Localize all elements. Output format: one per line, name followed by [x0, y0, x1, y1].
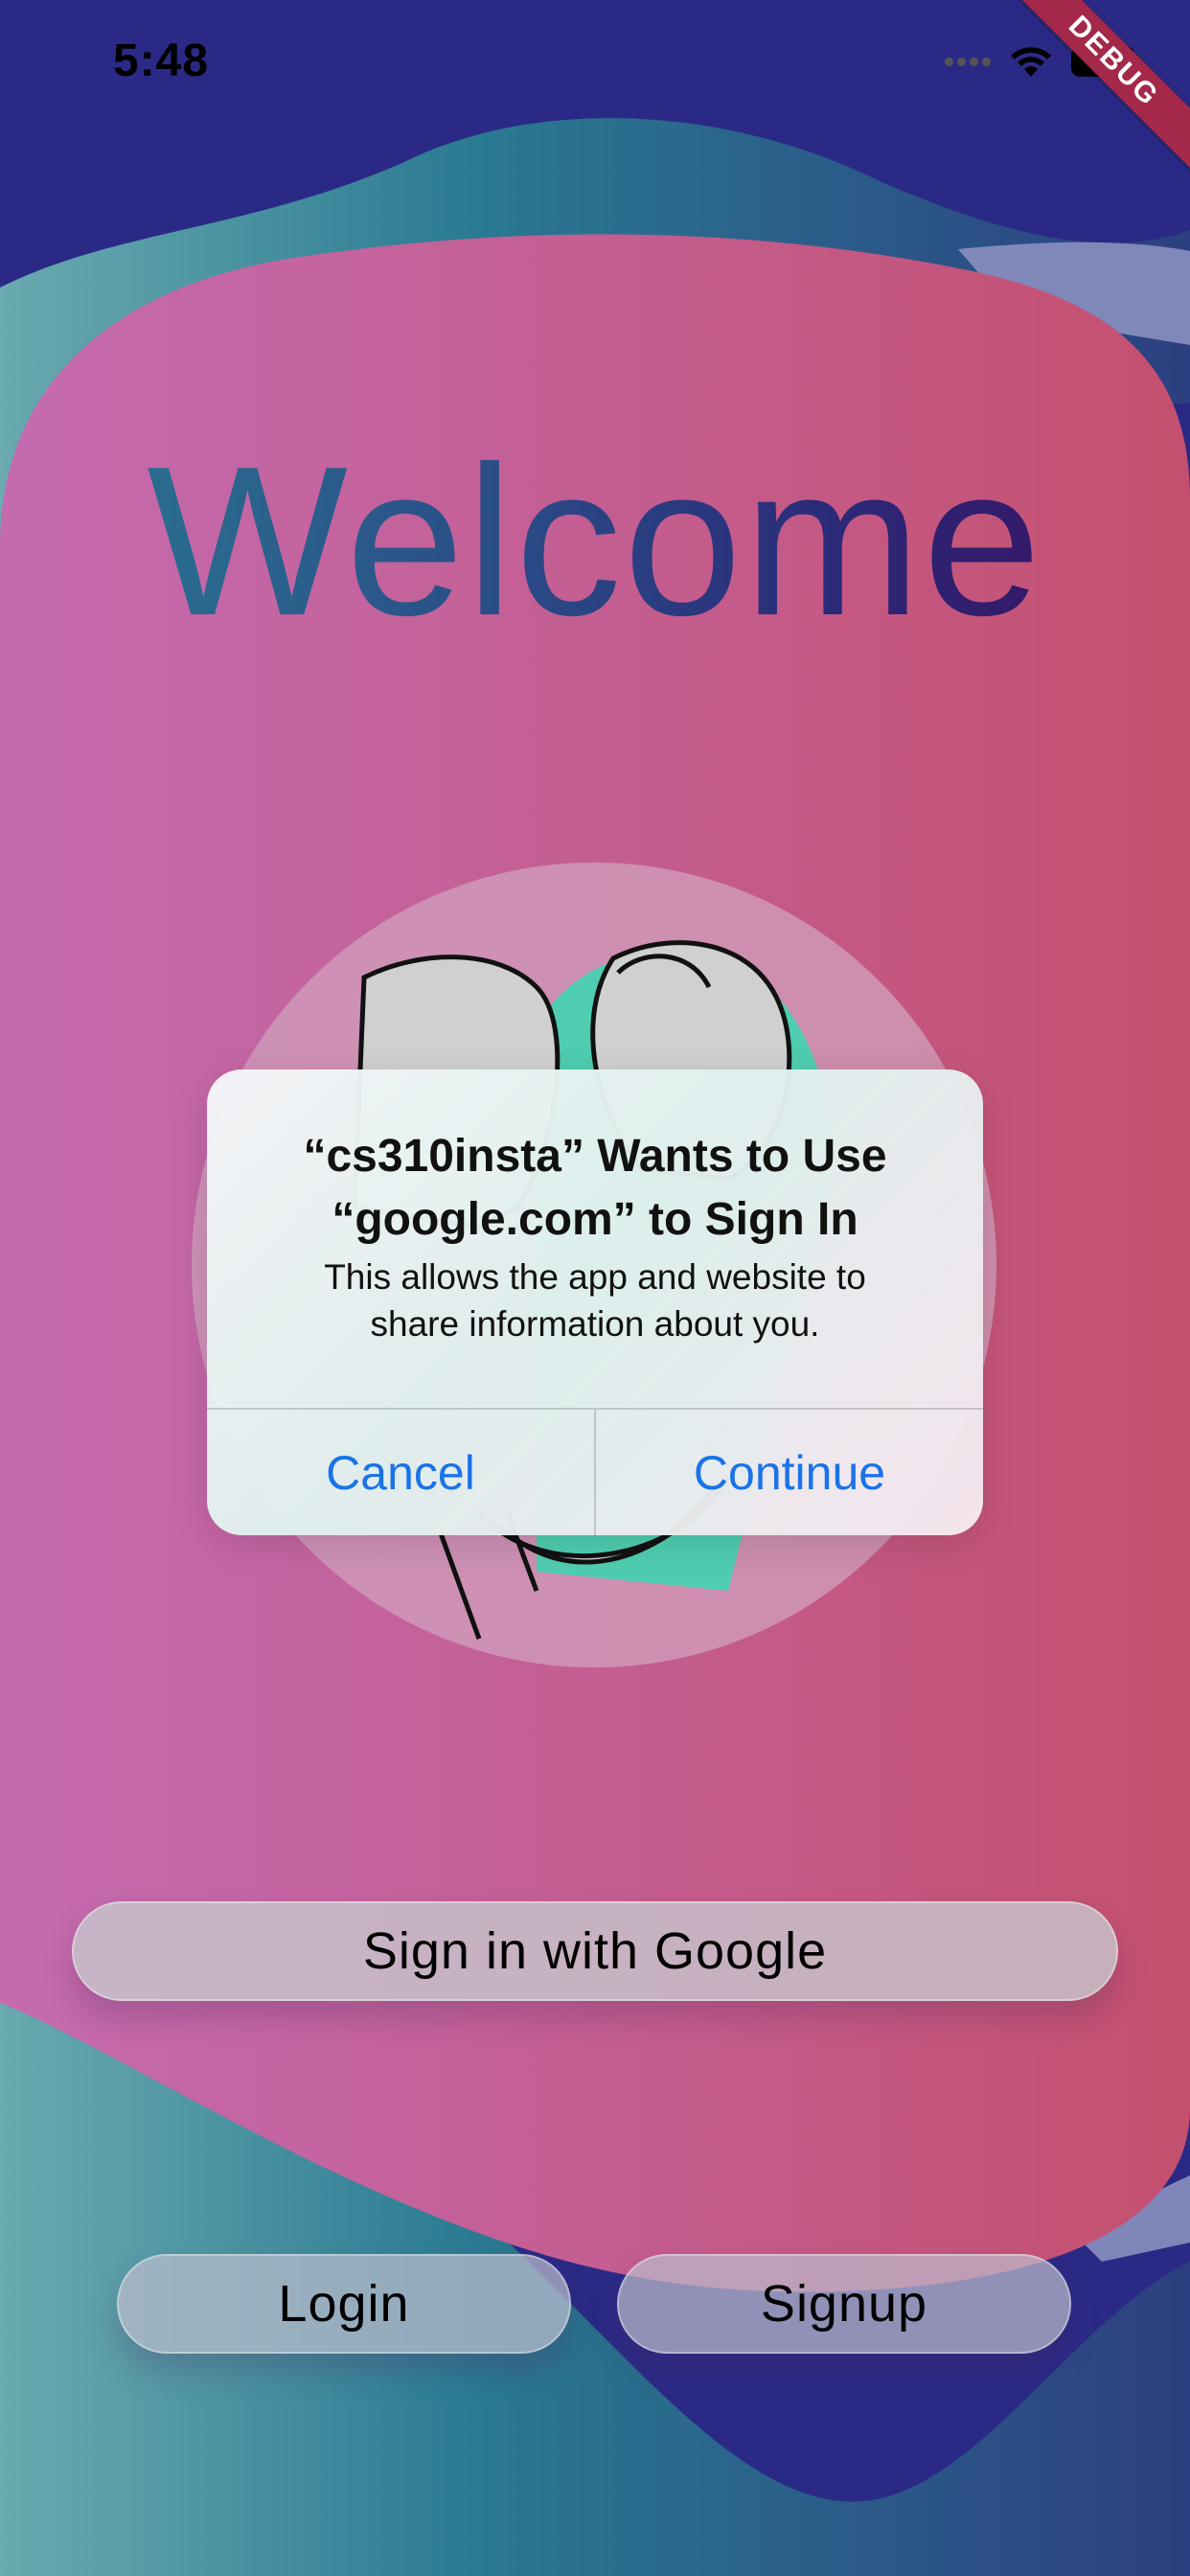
status-time: 5:48: [113, 35, 210, 86]
alert-title: “cs310insta” Wants to Use “google.com” t…: [245, 1125, 945, 1252]
alert-message-line2: share information about you.: [370, 1304, 820, 1344]
app-screen: 5:48 DEBUG Welcome Sign in with Google L…: [0, 0, 1190, 2576]
sign-in-google-button[interactable]: Sign in with Google: [72, 1901, 1118, 2001]
signal-icon: [945, 57, 991, 66]
alert-message-line1: This allows the app and website to: [324, 1257, 866, 1297]
alert-cancel-button[interactable]: Cancel: [207, 1410, 594, 1535]
alert-title-line1: “cs310insta” Wants to Use: [303, 1131, 887, 1182]
alert-title-line2: “google.com” to Sign In: [332, 1194, 858, 1245]
welcome-title: Welcome: [0, 422, 1190, 661]
alert-continue-button[interactable]: Continue: [596, 1410, 983, 1535]
sign-in-permission-alert: “cs310insta” Wants to Use “google.com” t…: [207, 1070, 983, 1535]
wifi-icon: [1011, 47, 1051, 77]
alert-message: This allows the app and website to share…: [264, 1254, 926, 1347]
login-button[interactable]: Login: [117, 2254, 571, 2354]
signup-button[interactable]: Signup: [617, 2254, 1071, 2354]
